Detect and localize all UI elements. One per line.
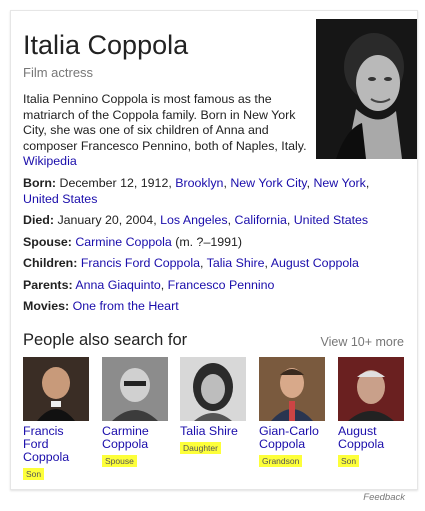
link-new-york[interactable]: New York: [313, 176, 365, 190]
fact-movies: Movies: One from the Heart: [23, 299, 408, 315]
wikipedia-link[interactable]: Wikipedia: [23, 154, 77, 168]
person-name-line: Coppola: [102, 437, 149, 451]
fact-label: Parents:: [23, 277, 73, 292]
fact-value: December 12, 1912,: [59, 176, 172, 190]
link-new-york-city[interactable]: New York City: [230, 176, 306, 190]
person-name-line: Coppola: [259, 437, 306, 451]
people-also-search-title: People also search for: [23, 331, 188, 349]
person-photo-icon: [259, 357, 325, 421]
portrait-image: [316, 19, 417, 159]
relation-badge: Grandson: [259, 455, 303, 467]
portrait-photo[interactable]: [316, 19, 417, 159]
link-anna-giaquinto[interactable]: Anna Giaquinto: [75, 278, 160, 292]
person-name-line: Coppola: [338, 437, 385, 451]
link-united-states[interactable]: United States: [294, 213, 368, 227]
person-thumbnail: [259, 357, 325, 421]
subtitle: Film actress: [23, 65, 94, 80]
fact-label: Born:: [23, 176, 57, 190]
fact-label: Spouse:: [23, 234, 72, 249]
person-name-line: Coppola: [23, 450, 70, 464]
link-one-from-the-heart[interactable]: One from the Heart: [73, 299, 179, 313]
fact-label: Died:: [23, 213, 54, 227]
person-card-francis-ford-coppola[interactable]: Francis Ford Coppola Son: [23, 357, 91, 482]
fact-spouse: Spouse: Carmine Coppola (m. ?–1991): [23, 235, 408, 251]
fact-value: (m. ?–1991): [175, 234, 243, 249]
description-text: Italia Pennino Coppola is most famous as…: [23, 92, 307, 153]
fact-born: Born: December 12, 1912, Brooklyn, New Y…: [23, 176, 370, 206]
person-thumbnail: [102, 357, 168, 421]
person-photo-icon: [338, 357, 404, 421]
person-card-august-coppola[interactable]: August Coppola Son: [338, 357, 406, 469]
person-card-carmine-coppola[interactable]: Carmine Coppola Spouse: [102, 357, 170, 469]
feedback-link[interactable]: Feedback: [363, 492, 405, 503]
person-card-talia-shire[interactable]: Talia Shire Daughter: [180, 357, 248, 456]
relation-badge: Spouse: [102, 455, 137, 467]
view-more-link[interactable]: View 10+ more: [321, 335, 405, 349]
fact-children: Children: Francis Ford Coppola, Talia Sh…: [23, 256, 359, 270]
fact-died: Died: January 20, 2004, Los Angeles, Cal…: [23, 213, 369, 227]
page-title: Italia Coppola: [23, 30, 189, 60]
fact-parents: Parents: Anna Giaquinto, Francesco Penni…: [23, 277, 275, 292]
link-talia-shire[interactable]: Talia Shire: [207, 256, 265, 270]
person-thumbnail: [23, 357, 89, 421]
link-carmine-coppola[interactable]: Carmine Coppola: [75, 235, 171, 249]
description: Italia Pennino Coppola is most famous as…: [23, 92, 308, 170]
link-california[interactable]: California: [235, 213, 287, 227]
link-los-angeles[interactable]: Los Angeles: [160, 213, 228, 227]
fact-label: Children:: [23, 256, 78, 270]
link-francis-ford-coppola[interactable]: Francis Ford Coppola: [81, 256, 200, 270]
link-francesco-pennino[interactable]: Francesco Pennino: [168, 278, 275, 292]
facts-list: Born: December 12, 1912, Brooklyn, New Y…: [23, 176, 408, 321]
relation-badge: Son: [338, 455, 360, 467]
relation-badge: Daughter: [180, 442, 221, 454]
person-thumbnail: [180, 357, 246, 421]
fact-value: January 20, 2004,: [57, 213, 157, 227]
fact-label: Movies:: [23, 299, 70, 313]
link-brooklyn[interactable]: Brooklyn: [175, 176, 223, 190]
person-photo-icon: [102, 357, 168, 421]
person-photo-icon: [23, 357, 89, 421]
person-card-gian-carlo-coppola[interactable]: Gian-Carlo Coppola Grandson: [259, 357, 327, 469]
person-thumbnail: [338, 357, 404, 421]
link-united-states[interactable]: United States: [23, 192, 97, 206]
person-name-line: Talia Shire: [180, 424, 238, 438]
person-photo-icon: [180, 357, 246, 421]
link-august-coppola[interactable]: August Coppola: [271, 256, 359, 270]
relation-badge: Son: [23, 468, 45, 480]
